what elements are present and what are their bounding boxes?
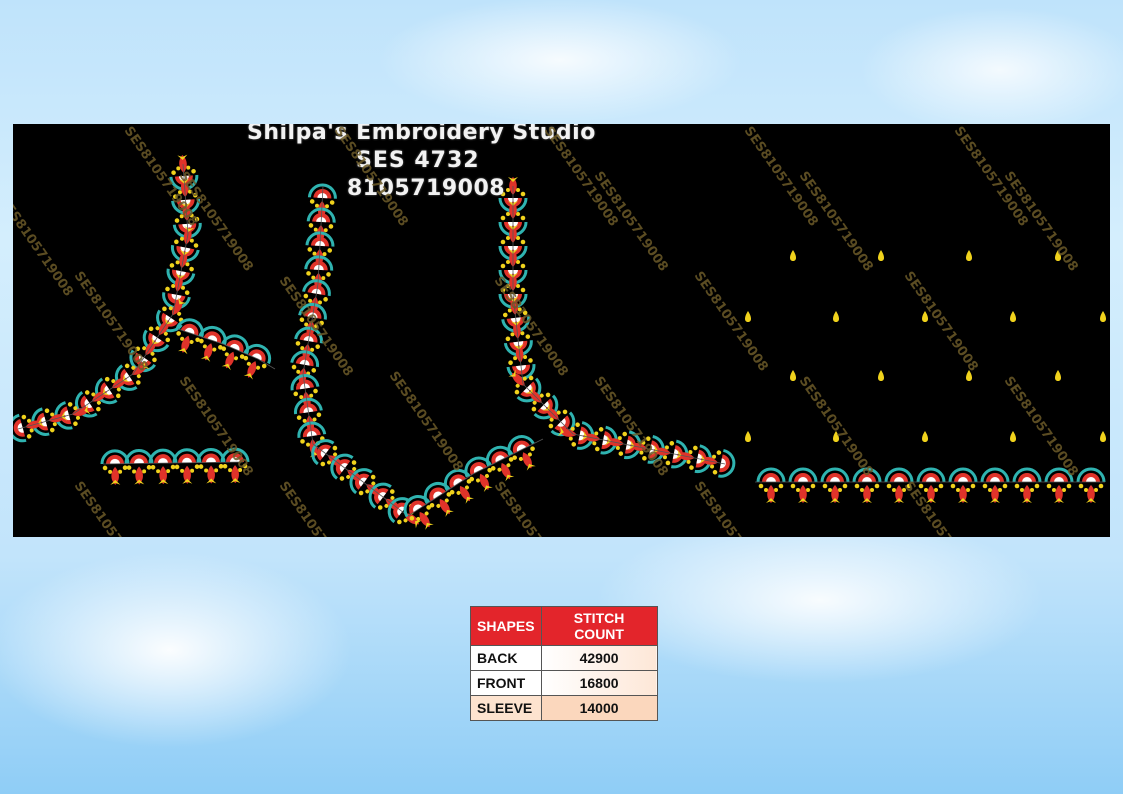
embroidery-motif: [820, 467, 850, 503]
embroidery-motif: [948, 467, 978, 503]
embroidery-motif: [1012, 467, 1042, 503]
embroidery-motif: [980, 467, 1010, 503]
yellow-drop: [1010, 311, 1016, 322]
embroidery-motif: [100, 449, 130, 485]
header-shapes: SHAPES: [470, 606, 542, 646]
embroidery-motif: [1076, 467, 1106, 503]
yellow-drop: [745, 431, 751, 442]
row-shape: FRONT: [470, 670, 542, 696]
embroidery-motif: [124, 448, 154, 485]
yellow-drop: [878, 250, 884, 261]
yellow-drop: [1100, 431, 1106, 442]
table-row: FRONT 16800: [470, 670, 658, 696]
embroidery-motif: [196, 447, 226, 484]
embroidery-motif: [148, 448, 178, 485]
embroidery-design-board: Shilpa's Embroidery Studio SES 4732 8105…: [13, 124, 1110, 537]
yellow-drop: [1055, 370, 1061, 381]
embroidery-motif: [788, 467, 818, 503]
table-header-row: SHAPES STITCH COUNT: [470, 606, 658, 646]
row-count: 14000: [540, 695, 658, 721]
outline-guide: [407, 438, 544, 517]
yellow-drop: [745, 311, 751, 322]
header-stitch-count: STITCH COUNT: [540, 606, 658, 646]
yellow-drop: [966, 250, 972, 261]
embroidery-motif: [507, 435, 536, 471]
row-shape: BACK: [470, 645, 542, 671]
row-count: 16800: [540, 670, 658, 696]
yellow-drop: [1100, 311, 1106, 322]
yellow-drop: [878, 370, 884, 381]
yellow-drop: [790, 250, 796, 261]
embroidery-motif: [172, 448, 202, 484]
table-row: SLEEVE 14000: [470, 695, 658, 721]
table-row: BACK 42900: [470, 645, 658, 671]
embroidery-motif: [756, 467, 786, 503]
yellow-drop: [922, 431, 928, 442]
yellow-drop: [790, 370, 796, 381]
row-shape: SLEEVE: [470, 695, 542, 721]
stitch-count-table: SHAPES STITCH COUNT BACK 42900 FRONT 168…: [470, 606, 658, 721]
row-count: 42900: [540, 645, 658, 671]
yellow-drop: [833, 311, 839, 322]
yellow-drop: [1010, 431, 1016, 442]
